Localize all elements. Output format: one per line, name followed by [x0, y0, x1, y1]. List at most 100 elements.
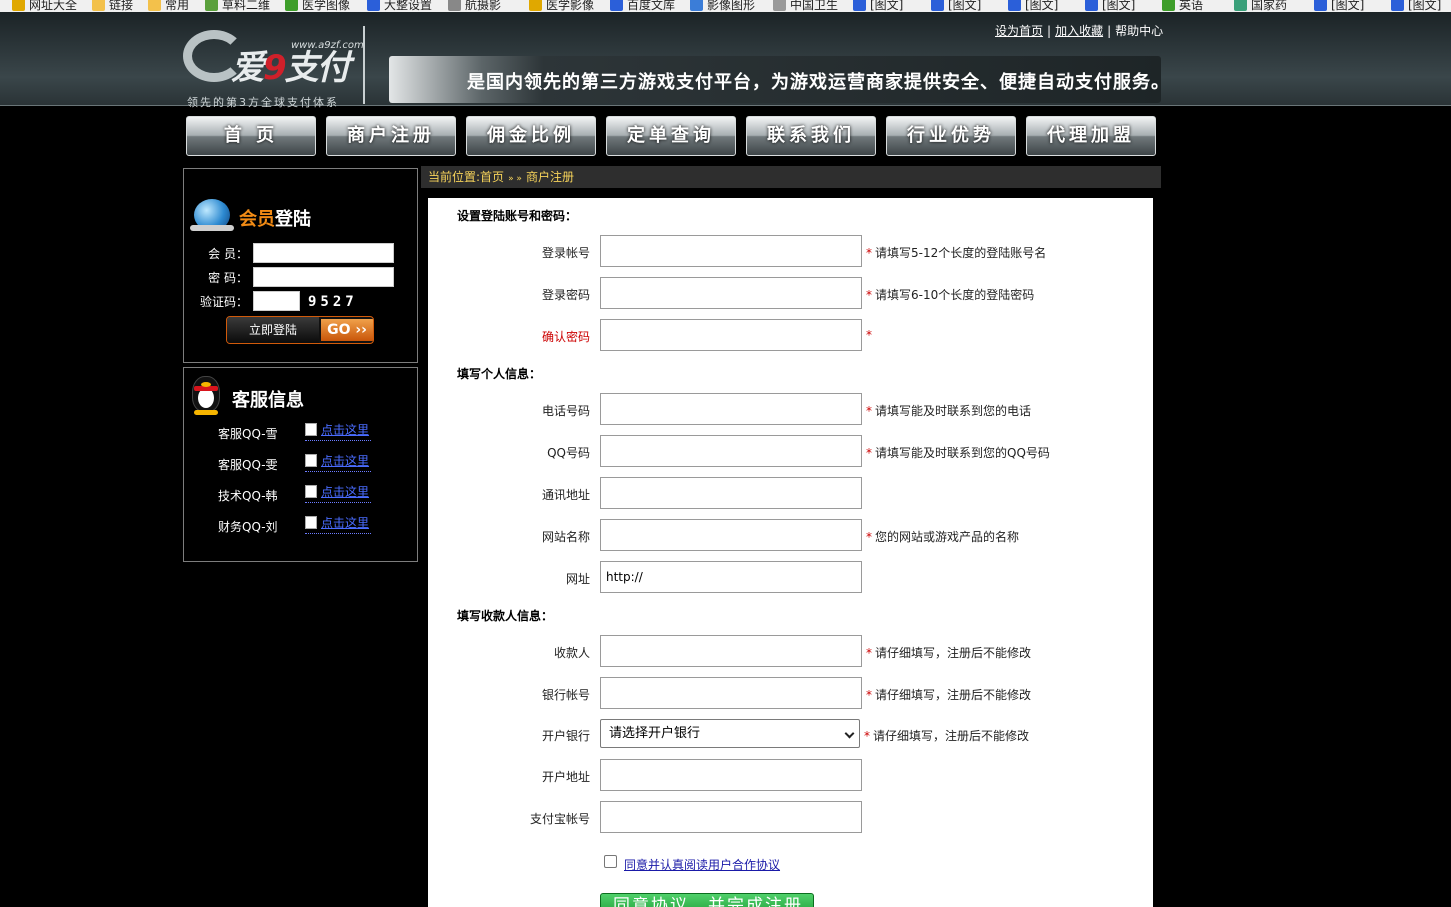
bookmark-item[interactable]: 中国卫生 [773, 0, 838, 12]
password-label: 密 码： [208, 271, 248, 285]
captcha-input[interactable] [253, 291, 300, 311]
help-center-link[interactable]: 帮助中心 [1115, 24, 1163, 38]
login-button[interactable]: 立即登陆 GO ›› [226, 316, 374, 344]
qq-input[interactable] [600, 435, 862, 467]
bookmark-label: 链接 [109, 0, 134, 12]
site-name-label: 网站名称 [541, 530, 590, 544]
bank-account-input[interactable] [600, 677, 862, 709]
site-logo[interactable]: 爱9支付 www.a9zf.com 领先的第3方全球支付体系 [183, 24, 365, 109]
bank-select[interactable]: 请选择开户银行 [600, 719, 860, 748]
nav-home[interactable]: 首 页 [186, 116, 316, 156]
user-icon [853, 0, 866, 11]
bookmark-item[interactable]: 航摄影 [448, 0, 501, 12]
breadcrumb-current: 商户注册 [525, 170, 574, 184]
submit-register-button[interactable]: 同意协议，并完成注册 [600, 893, 814, 907]
bookmark-item[interactable]: [图文] [853, 0, 903, 12]
qq-contact-link[interactable]: 点击这里 [305, 452, 375, 472]
bookmark-item[interactable]: 草料二维 [205, 0, 270, 12]
bookmark-label: 航摄影 [465, 0, 502, 12]
login-account-input[interactable] [600, 235, 862, 267]
bookmark-item[interactable]: 网址大全 [12, 0, 77, 12]
bookmark-item[interactable]: 英语 [1162, 0, 1203, 12]
agreement-link[interactable]: 同意并认真阅读用户合作协议 [624, 856, 780, 873]
user-icon [610, 0, 623, 11]
nav-order-query[interactable]: 定单查询 [606, 116, 736, 156]
bookmark-item[interactable]: [图文] [1391, 0, 1441, 12]
bookmark-item[interactable]: [图文] [1008, 0, 1058, 12]
banner-text: 是国内领先的第三方游戏支付平台，为游戏运营商家提供安全、便捷自动支付服务。 [467, 72, 1170, 93]
login-password-label: 登录密码 [541, 288, 590, 302]
nav-agent[interactable]: 代理加盟 [1026, 116, 1156, 156]
member-login-panel: 会员登陆 会 员： 密 码： 验证码： 9527 立即登陆 GO ›› [183, 168, 418, 363]
broken-image-icon [305, 485, 317, 498]
bookmark-item[interactable]: [图文] [931, 0, 981, 12]
set-home-link[interactable]: 设为首页 [995, 24, 1043, 38]
gear-icon [1234, 0, 1247, 11]
captcha-image[interactable]: 9527 [308, 294, 374, 310]
add-favorite-link[interactable]: 加入收藏 [1055, 24, 1103, 38]
address-label: 通讯地址 [541, 488, 590, 502]
bank-address-label: 开户地址 [541, 770, 590, 784]
member-label: 会 员： [208, 247, 248, 261]
top-links-separator: | [1047, 24, 1052, 38]
user-icon [1008, 0, 1021, 11]
qq-contact-link[interactable]: 点击这里 [305, 514, 375, 534]
bookmark-label: [图文] [1408, 0, 1442, 12]
qr-icon [205, 0, 218, 11]
site-name-input[interactable] [600, 519, 862, 551]
confirm-password-input[interactable] [600, 319, 862, 351]
phone-input[interactable] [600, 393, 862, 425]
service-label: 财务QQ-刘 [218, 520, 278, 534]
bookmark-item[interactable]: 影像图形 [690, 0, 755, 12]
phone-label: 电话号码 [541, 404, 590, 418]
bank-account-label: 银行帐号 [541, 688, 590, 702]
breadcrumb-home-link[interactable]: 首页 [480, 170, 504, 184]
customer-service-panel: 客服信息 客服QQ-雪 点击这里 客服QQ-雯 点击这里 技术QQ-韩 点击这里… [183, 367, 418, 562]
address-input[interactable] [600, 477, 862, 509]
qq-contact-link[interactable]: 点击这里 [305, 483, 375, 503]
confirm-password-hint: * [866, 328, 872, 342]
site-url-input[interactable]: http:// [600, 561, 862, 593]
qq-contact-link[interactable]: 点击这里 [305, 421, 375, 441]
bookmark-item[interactable]: 常用 [148, 0, 189, 12]
logo-slogan: 领先的第3方全球支付体系 [187, 96, 339, 109]
alipay-input[interactable] [600, 801, 862, 833]
user-icon [367, 0, 380, 11]
nav-commission[interactable]: 佣金比例 [466, 116, 596, 156]
bookmark-item[interactable]: 国家药 [1234, 0, 1287, 12]
leaf-icon [285, 0, 298, 11]
bookmark-item[interactable]: 百度文库 [610, 0, 675, 12]
bookmark-label: [图文] [870, 0, 904, 12]
bookmark-item[interactable]: 医学影像 [529, 0, 594, 12]
bookmark-item[interactable]: [图文] [1314, 0, 1364, 12]
nav-advantages[interactable]: 行业优势 [886, 116, 1016, 156]
bank-address-input[interactable] [600, 759, 862, 791]
user-icon [931, 0, 944, 11]
agreement-checkbox[interactable] [604, 855, 617, 868]
payee-input[interactable] [600, 635, 862, 667]
bookmark-label: 医学影像 [546, 0, 595, 12]
bookmark-item[interactable]: 医学图像 [285, 0, 350, 12]
top-links-separator: | [1107, 24, 1112, 38]
globe-icon [12, 0, 25, 11]
bookmark-label: [图文] [1331, 0, 1365, 12]
bookmarks-bar: 网址大全 链接 常用 草料二维 医学图像 大整设置 航摄影 医学影像 百度文库 影像图形 中国卫生 [… [0, 0, 1451, 12]
login-panel-title: 会员登陆 [239, 209, 311, 230]
confirm-password-label: 确认密码 [541, 330, 590, 344]
login-account-hint: * 请填写5-12个长度的登陆账号名 [866, 246, 1047, 260]
bookmark-label: 百度文库 [627, 0, 676, 12]
password-input[interactable] [253, 267, 394, 287]
bookmark-item[interactable]: [图文] [1085, 0, 1135, 12]
login-password-input[interactable] [600, 277, 862, 309]
member-input[interactable] [253, 243, 394, 263]
nav-merchant-register[interactable]: 商户注册 [326, 116, 456, 156]
bookmark-item[interactable]: 大整设置 [367, 0, 432, 12]
site-name-hint: * 您的网站或游戏产品的名称 [866, 530, 1020, 544]
bookmark-item[interactable]: 链接 [92, 0, 133, 12]
breadcrumb-arrow-icon: » » [508, 174, 522, 184]
broken-image-icon [305, 454, 317, 467]
site-header: 爱9支付 www.a9zf.com 领先的第3方全球支付体系 设为首页 | 加入收藏… [0, 12, 1451, 109]
nav-contact[interactable]: 联系我们 [746, 116, 876, 156]
go-button[interactable]: GO ›› [321, 319, 373, 341]
chevron-down-icon [844, 728, 855, 739]
